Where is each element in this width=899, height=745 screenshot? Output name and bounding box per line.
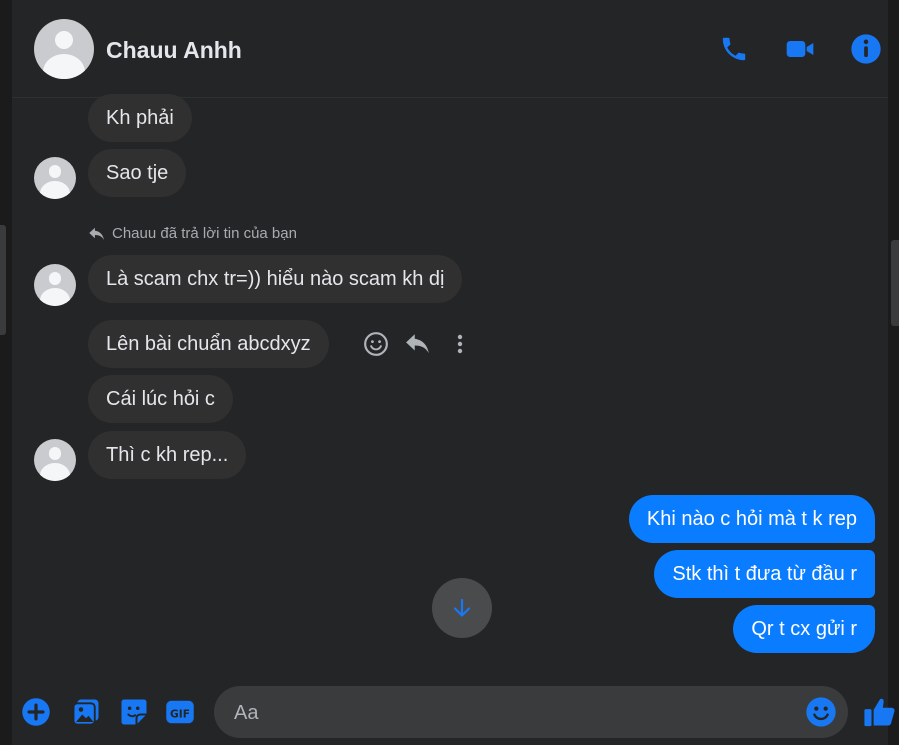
arrow-down-icon [453,598,471,617]
emoji-icon[interactable] [804,695,838,729]
sender-avatar[interactable] [34,157,76,199]
incoming-message[interactable]: Thì c kh rep... [88,431,247,479]
incoming-message[interactable]: Sao tje [88,149,187,197]
contact-name[interactable]: Chauu Anhh [106,37,242,64]
outgoing-message[interactable]: Stk thì t đưa từ đầu r [654,550,875,598]
svg-text:GIF: GIF [170,707,190,720]
reply-icon[interactable] [404,330,432,358]
photo-icon[interactable] [70,696,102,728]
sender-avatar[interactable] [34,264,76,306]
message-input[interactable] [232,686,796,740]
more-options-icon[interactable] [446,330,474,358]
sender-avatar[interactable] [34,439,76,481]
message-input-container [214,686,848,740]
phone-icon[interactable] [718,33,750,65]
reply-indicator: Chauu đã trả lời tin của bạn [88,225,297,242]
add-plus-icon[interactable] [20,696,52,728]
incoming-message[interactable]: Kh phải [88,94,192,142]
contact-avatar[interactable] [34,19,94,79]
scrollbar-thumb[interactable] [891,240,899,326]
incoming-message[interactable]: Là scam chx tr=)) hiểu nào scam kh dị [88,255,463,303]
like-thumbs-up-icon[interactable] [862,696,898,728]
scroll-to-bottom-button[interactable] [432,578,492,638]
info-icon[interactable] [850,33,882,65]
chat-header: Chauu Anhh [12,0,888,98]
gif-icon[interactable]: GIF [164,696,196,728]
side-scroll-edge [0,225,6,335]
reply-indicator-text: Chauu đã trả lời tin của bạn [112,225,297,242]
outgoing-message[interactable]: Qr t cx gửi r [733,605,875,653]
video-call-icon[interactable] [784,33,816,65]
incoming-message[interactable]: Lên bài chuẩn abcdxyz [88,320,329,368]
incoming-message[interactable]: Cái lúc hỏi c [88,375,233,423]
react-emoji-icon[interactable] [362,330,390,358]
reply-arrow-icon [89,227,104,240]
outgoing-message[interactable]: Khi nào c hỏi mà t k rep [628,495,875,543]
sticker-icon[interactable] [118,696,150,728]
